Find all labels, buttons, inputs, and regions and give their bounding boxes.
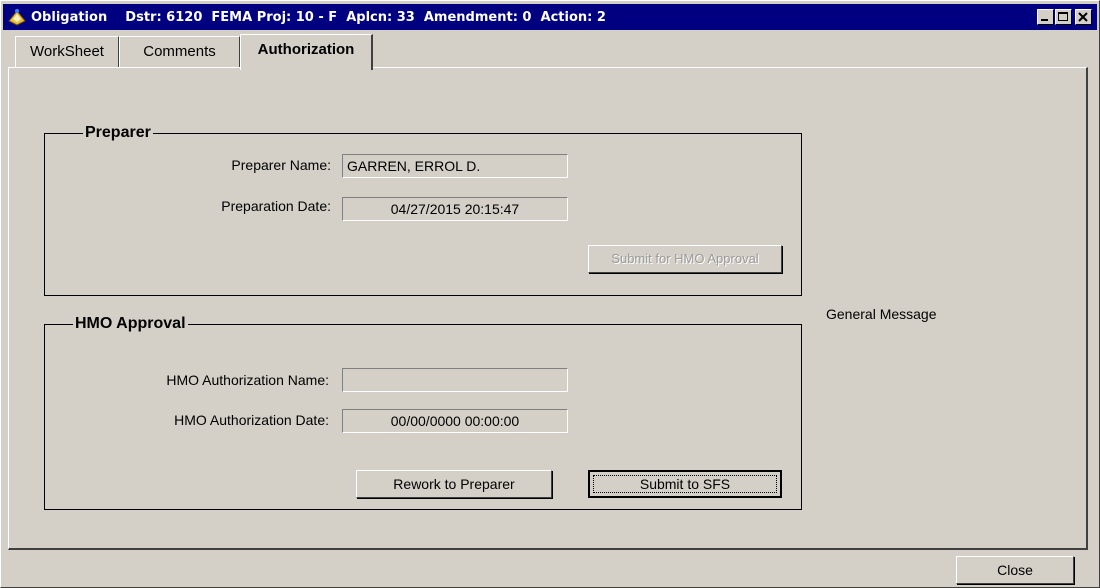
hmo-approval-group-title: HMO Approval xyxy=(73,314,188,334)
focus-rectangle xyxy=(593,475,777,493)
window-title: Obligation Dstr: 6120 FEMA Proj: 10 - F … xyxy=(31,10,606,25)
preparer-name-label: Preparer Name: xyxy=(231,157,331,173)
submit-for-hmo-approval-button[interactable]: Submit for HMO Approval xyxy=(588,245,782,273)
rework-to-preparer-button[interactable]: Rework to Preparer xyxy=(356,470,552,498)
hmo-authorization-date-field: 00/00/0000 00:00:00 xyxy=(342,409,568,433)
close-window-button[interactable] xyxy=(1075,9,1092,25)
preparer-name-field: GARREN, ERROL D. xyxy=(342,154,568,178)
minimize-button[interactable] xyxy=(1037,9,1054,25)
obligation-app-icon xyxy=(8,9,26,26)
close-icon xyxy=(1078,12,1088,22)
obligation-window: Obligation Dstr: 6120 FEMA Proj: 10 - F … xyxy=(0,0,1100,588)
submit-to-sfs-button[interactable]: Submit to SFS xyxy=(588,470,782,498)
maximize-icon xyxy=(1058,12,1068,21)
hmo-authorization-date-label: HMO Authorization Date: xyxy=(174,412,329,428)
minimize-icon xyxy=(1041,19,1048,21)
general-message: General Message xyxy=(826,306,937,322)
close-button[interactable]: Close xyxy=(956,556,1074,584)
hmo-authorization-name-label: HMO Authorization Name: xyxy=(166,372,329,388)
tab-worksheet[interactable]: WorkSheet xyxy=(15,36,119,67)
title-bar[interactable]: Obligation Dstr: 6120 FEMA Proj: 10 - F … xyxy=(3,4,1097,30)
maximize-button[interactable] xyxy=(1055,9,1072,25)
tab-comments[interactable]: Comments xyxy=(119,36,240,67)
preparer-group-title: Preparer xyxy=(83,123,153,143)
preparation-date-field: 04/27/2015 20:15:47 xyxy=(342,197,568,221)
preparation-date-label: Preparation Date: xyxy=(221,198,331,214)
hmo-authorization-name-field xyxy=(342,368,568,392)
tab-authorization[interactable]: Authorization xyxy=(240,34,373,70)
